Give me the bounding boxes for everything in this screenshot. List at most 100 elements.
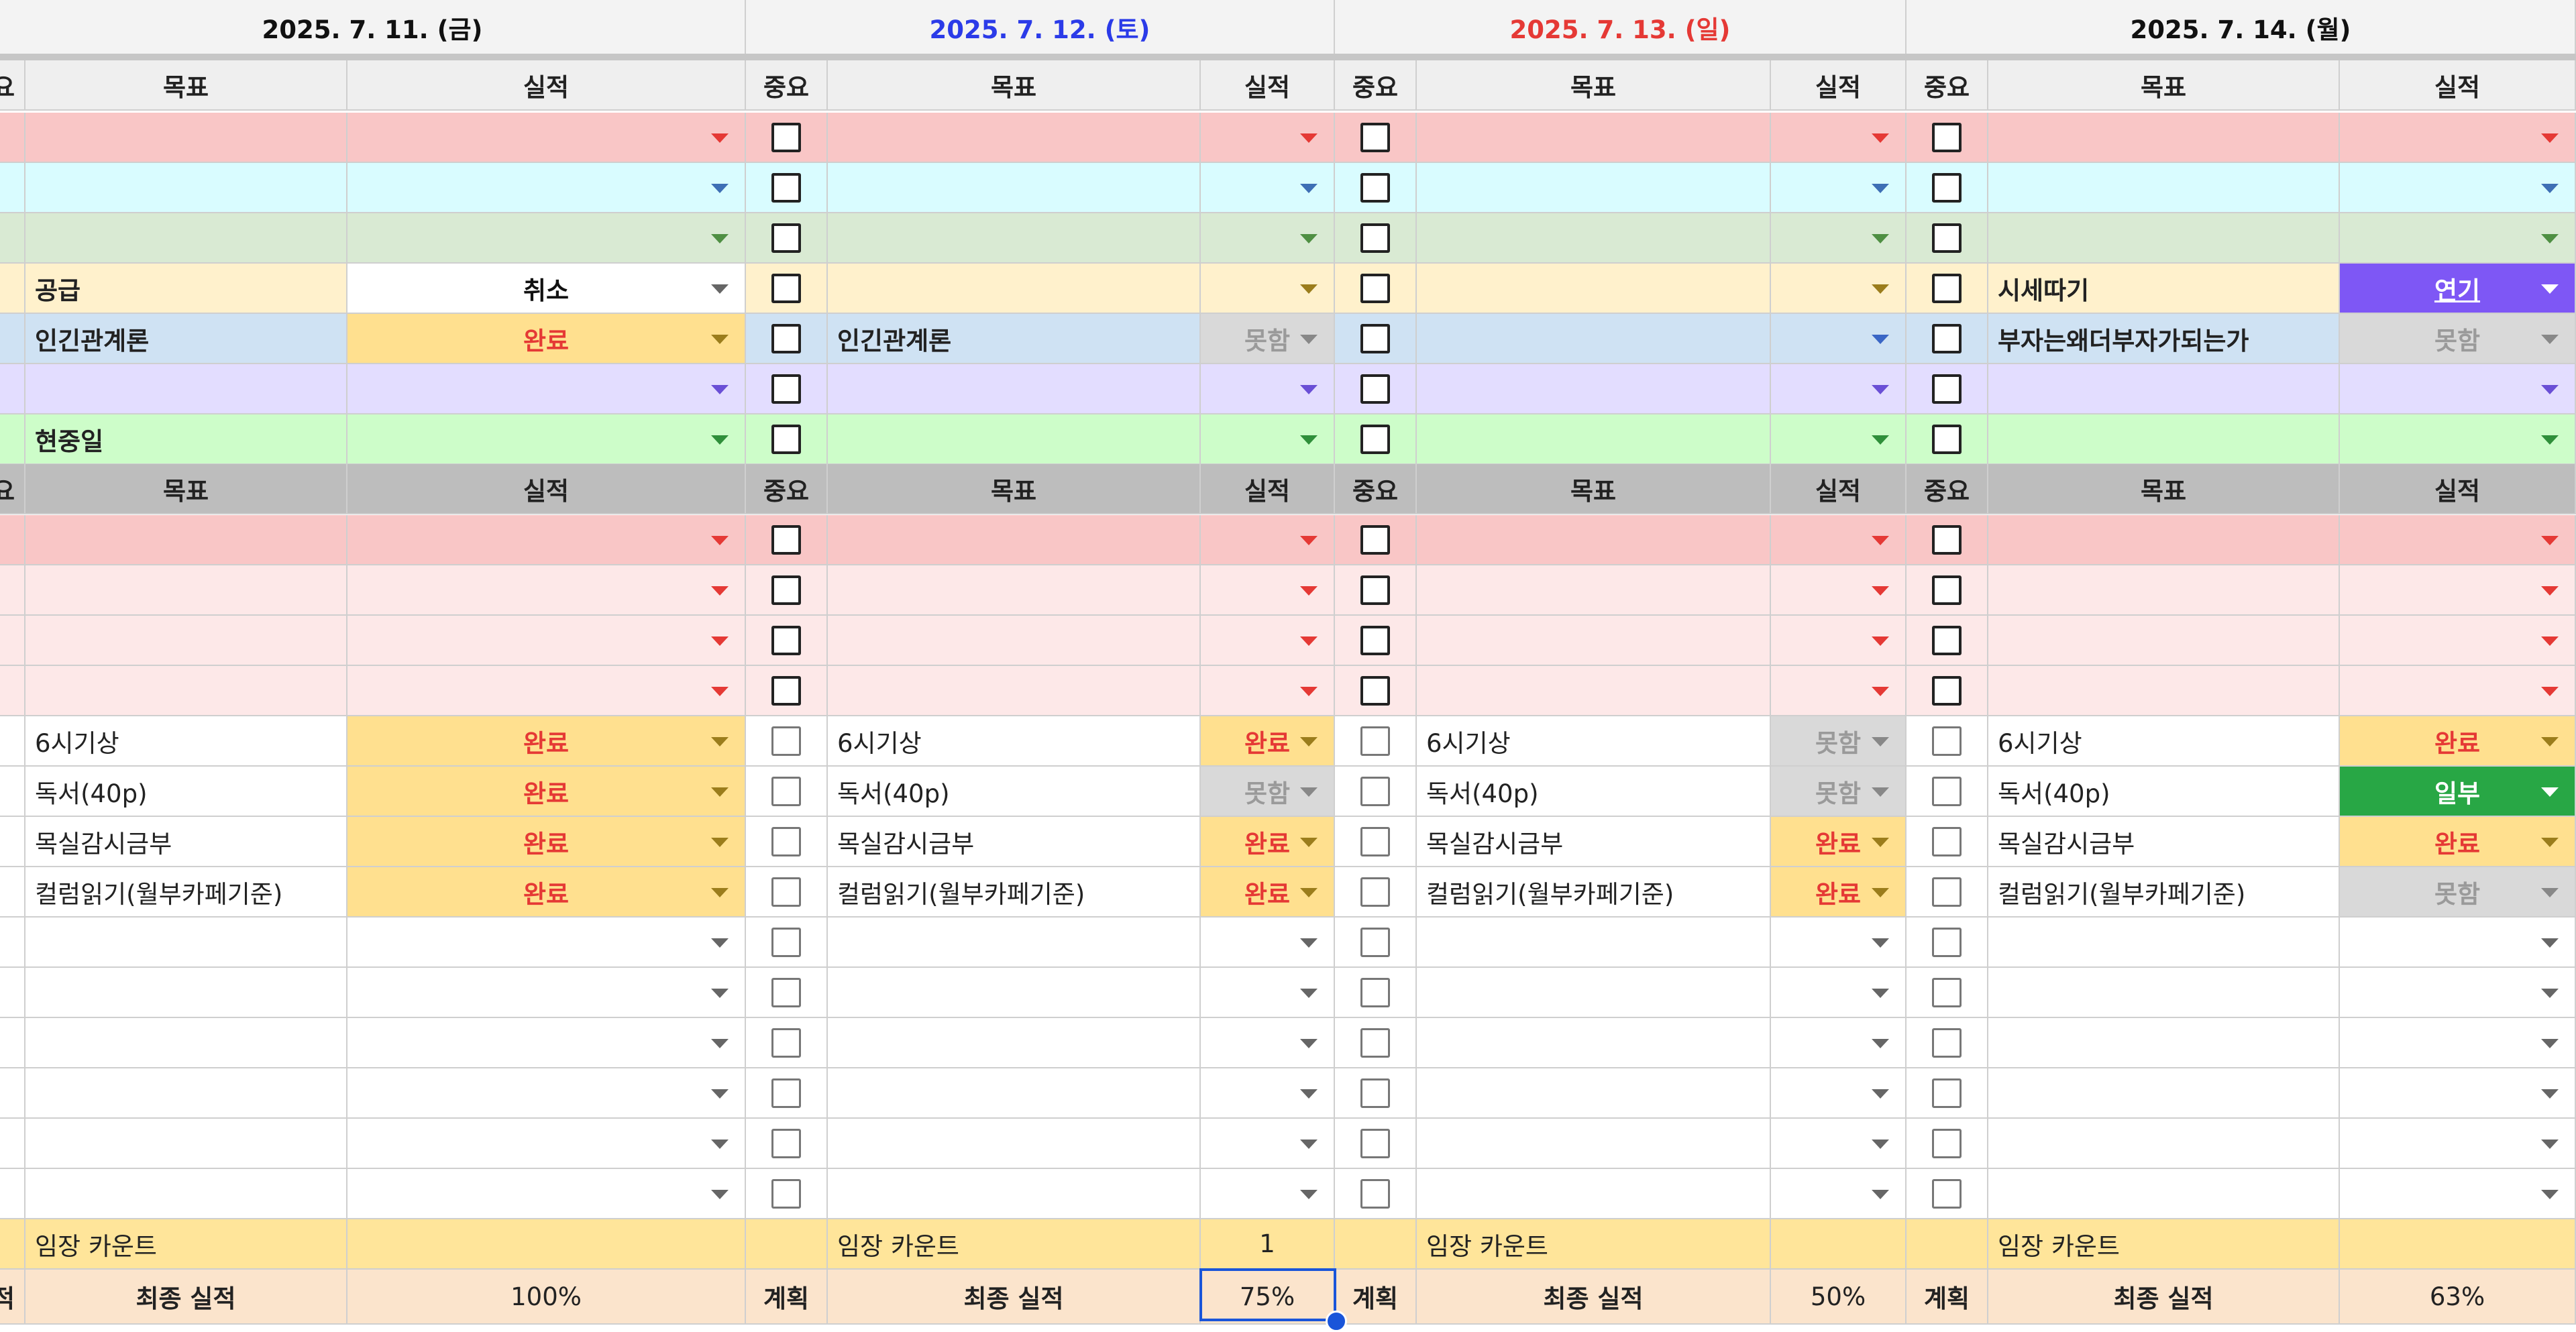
result-dropdown[interactable]: 완료 [1771,817,1907,867]
dropdown-caret-icon[interactable] [1300,183,1318,193]
important-cell[interactable] [746,213,828,264]
result-dropdown[interactable] [2340,918,2576,968]
important-cell[interactable] [0,414,25,465]
goal-cell[interactable] [25,364,347,414]
result-dropdown[interactable] [1771,515,1907,565]
goal-cell[interactable]: 6시기상 [1988,716,2340,767]
result-dropdown[interactable]: 완료 [1201,716,1335,767]
dropdown-caret-icon[interactable] [2541,384,2559,394]
goal-cell[interactable] [828,414,1201,465]
result-dropdown[interactable] [347,918,746,968]
goal-cell[interactable] [828,1068,1201,1119]
important-cell[interactable] [1335,1068,1417,1119]
important-cell[interactable] [1907,918,1988,968]
important-cell[interactable] [746,918,828,968]
goal-cell[interactable] [1988,113,2340,163]
dropdown-caret-icon[interactable] [1872,133,1889,143]
goal-cell[interactable] [828,163,1201,213]
checkbox-icon[interactable] [1360,776,1390,806]
goal-cell[interactable]: 컬럼읽기(월부카페기준) [1988,867,2340,918]
dropdown-caret-icon[interactable] [2541,586,2559,596]
dropdown-caret-icon[interactable] [1872,837,1889,847]
result-dropdown[interactable]: 완료 [347,314,746,364]
goal-cell[interactable] [1988,1018,2340,1068]
dropdown-caret-icon[interactable] [1300,736,1318,746]
important-cell[interactable] [1907,113,1988,163]
goal-cell[interactable] [1988,213,2340,264]
important-cell[interactable] [0,515,25,565]
important-cell[interactable] [1335,113,1417,163]
important-cell[interactable] [1335,1018,1417,1068]
important-cell[interactable] [1907,1119,1988,1169]
dropdown-caret-icon[interactable] [1300,1089,1318,1099]
result-dropdown[interactable] [347,1018,746,1068]
dropdown-caret-icon[interactable] [1872,787,1889,797]
final-value[interactable]: 63% [2340,1270,2576,1325]
goal-cell[interactable]: 인긴관계론 [828,314,1201,364]
checkbox-icon[interactable] [1360,273,1390,303]
count-value[interactable] [2340,1219,2576,1270]
dropdown-caret-icon[interactable] [711,1089,729,1099]
dropdown-caret-icon[interactable] [2541,938,2559,948]
important-cell[interactable] [1907,1068,1988,1119]
dropdown-caret-icon[interactable] [1300,233,1318,243]
result-dropdown[interactable] [1201,1068,1335,1119]
dropdown-caret-icon[interactable] [2541,1139,2559,1149]
result-dropdown[interactable]: 못함 [2340,867,2576,918]
result-dropdown[interactable] [1201,163,1335,213]
goal-cell[interactable] [25,565,347,616]
important-cell[interactable] [1335,414,1417,465]
checkbox-icon[interactable] [1932,977,1962,1007]
important-cell[interactable] [0,1119,25,1169]
result-dropdown[interactable]: 완료 [2340,716,2576,767]
result-dropdown[interactable]: 연기 [2340,264,2576,314]
dropdown-caret-icon[interactable] [1872,1089,1889,1099]
result-dropdown[interactable] [1771,1068,1907,1119]
result-dropdown[interactable] [1771,414,1907,465]
goal-cell[interactable] [828,565,1201,616]
important-cell[interactable] [1907,616,1988,666]
dropdown-caret-icon[interactable] [1872,988,1889,998]
checkbox-icon[interactable] [771,524,801,555]
goal-cell[interactable] [1417,515,1771,565]
result-dropdown[interactable]: 완료 [1201,817,1335,867]
important-cell[interactable] [1335,666,1417,716]
checkbox-icon[interactable] [1932,524,1962,555]
goal-cell[interactable] [1417,616,1771,666]
dropdown-caret-icon[interactable] [1872,1038,1889,1048]
important-cell[interactable] [1907,817,1988,867]
important-cell[interactable] [1335,314,1417,364]
result-dropdown[interactable] [1201,264,1335,314]
goal-cell[interactable]: 독서(40p) [828,767,1201,817]
result-dropdown[interactable] [347,968,746,1018]
important-cell[interactable] [0,1068,25,1119]
result-dropdown[interactable]: 못함 [1771,716,1907,767]
checkbox-icon[interactable] [1360,726,1390,756]
important-cell[interactable] [1335,767,1417,817]
checkbox-icon[interactable] [1360,524,1390,555]
goal-cell[interactable] [1417,918,1771,968]
result-dropdown[interactable] [2340,1119,2576,1169]
result-dropdown[interactable] [347,515,746,565]
dropdown-caret-icon[interactable] [1872,334,1889,344]
result-dropdown[interactable] [347,1169,746,1219]
dropdown-caret-icon[interactable] [2541,736,2559,746]
final-value[interactable]: 50% [1771,1270,1907,1325]
important-cell[interactable] [746,1169,828,1219]
result-dropdown[interactable] [1201,213,1335,264]
goal-cell[interactable] [1988,968,2340,1018]
dropdown-caret-icon[interactable] [1300,1038,1318,1048]
goal-cell[interactable]: 인긴관계론 [25,314,347,364]
important-cell[interactable] [0,767,25,817]
result-dropdown[interactable]: 완료 [1201,867,1335,918]
checkbox-icon[interactable] [1360,977,1390,1007]
dropdown-caret-icon[interactable] [711,586,729,596]
result-dropdown[interactable] [1201,113,1335,163]
dropdown-caret-icon[interactable] [1872,435,1889,445]
dropdown-caret-icon[interactable] [1300,837,1318,847]
dropdown-caret-icon[interactable] [711,435,729,445]
dropdown-caret-icon[interactable] [711,686,729,696]
dropdown-caret-icon[interactable] [2541,535,2559,545]
checkbox-icon[interactable] [1932,1128,1962,1158]
checkbox-icon[interactable] [771,424,801,454]
